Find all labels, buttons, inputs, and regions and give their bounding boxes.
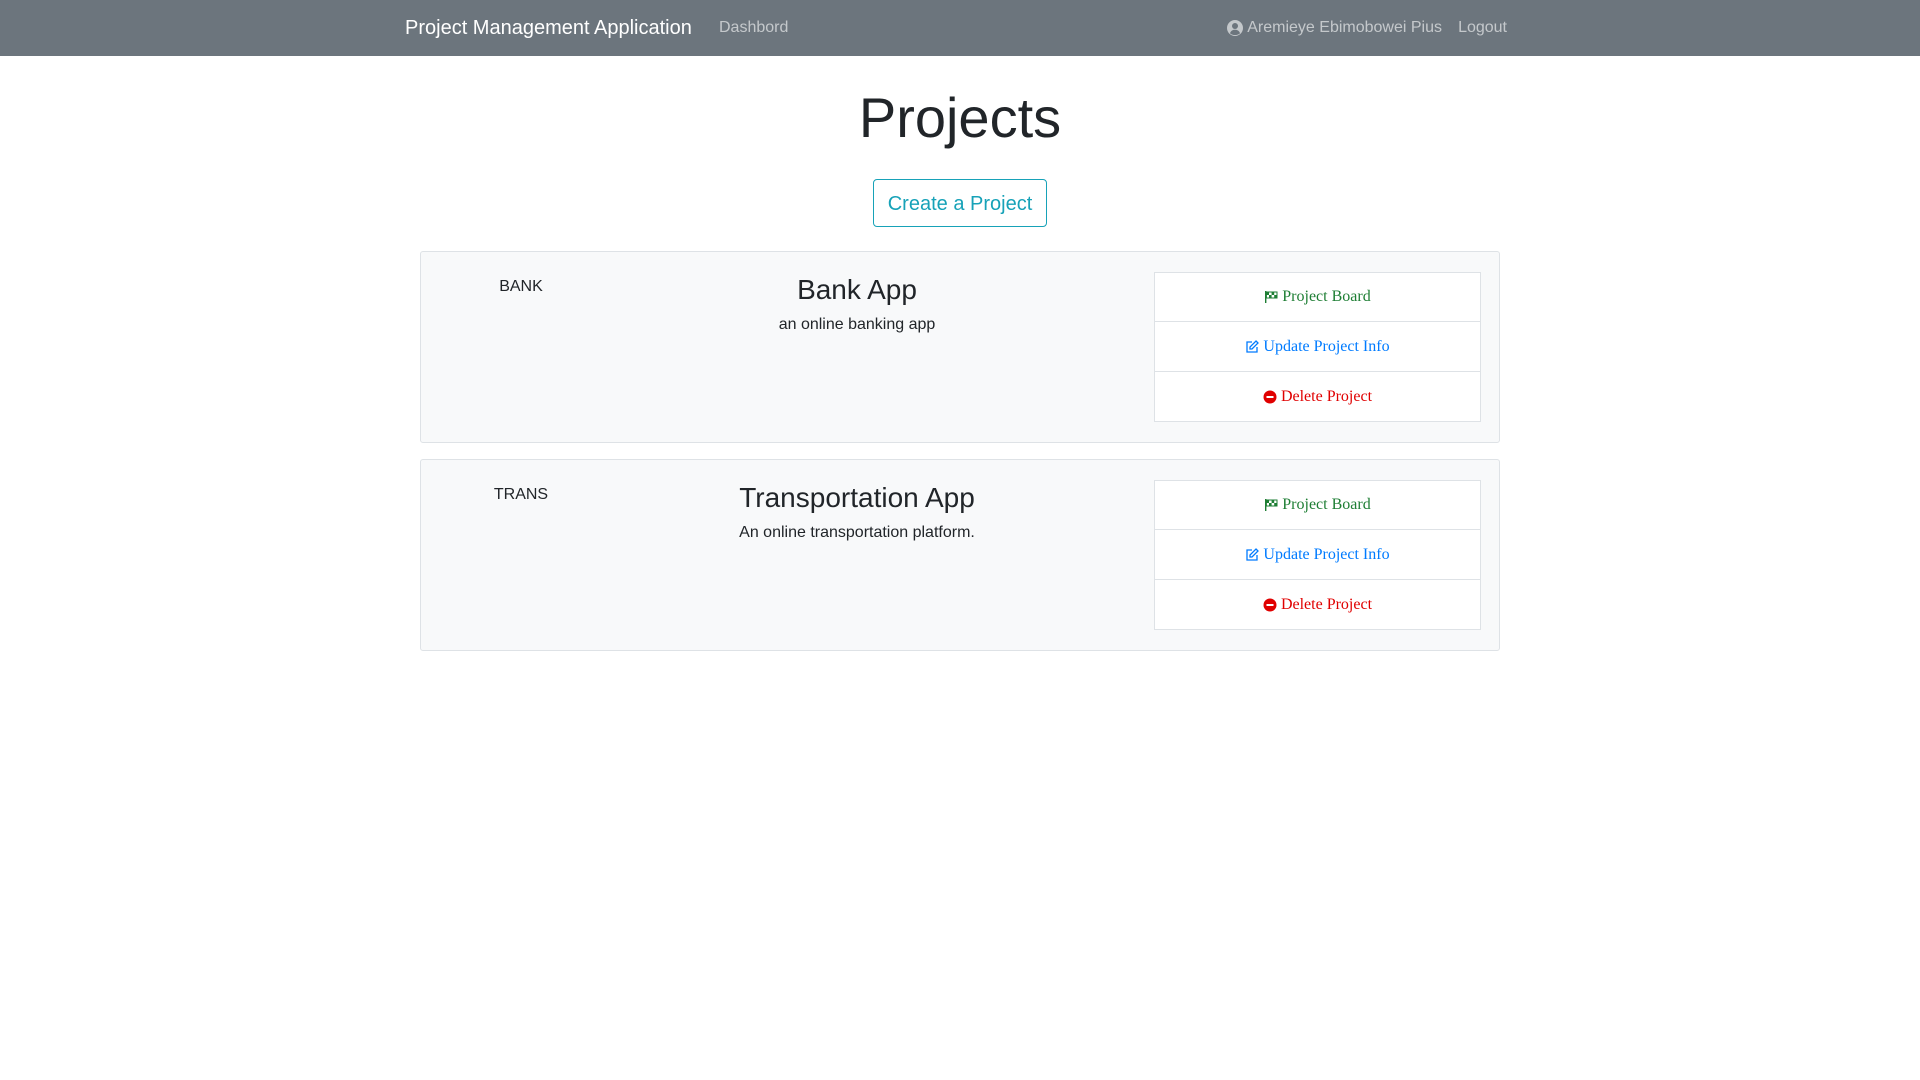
page-title: Projects: [858, 86, 1062, 149]
nav-logout-link[interactable]: Logout: [1458, 18, 1507, 38]
project-description: an online banking app: [778, 316, 936, 333]
brand-link[interactable]: Project Management Application: [405, 14, 692, 42]
project-actions: Project Board Update Project Info Delete…: [1154, 272, 1481, 422]
nav-user-link[interactable]: Aremieye Ebimobowei Pius: [1227, 18, 1442, 38]
project-board-label: Project Board: [1282, 288, 1371, 305]
delete-project-label: Delete Project: [1280, 387, 1373, 405]
user-circle-icon: [1227, 20, 1244, 36]
project-card: BANK Bank App an online banking app Proj…: [420, 251, 1500, 443]
update-project-button[interactable]: Update Project Info: [1154, 322, 1481, 372]
minus-circle-icon: [1263, 598, 1277, 611]
flag-checkered-icon: [1265, 291, 1278, 303]
delete-project-label: Delete Project: [1280, 595, 1373, 613]
edit-icon: [1246, 339, 1260, 353]
create-project-button[interactable]: Create a Project: [873, 179, 1047, 227]
flag-checkered-icon: [1265, 499, 1278, 511]
project-description: An online transportation platform.: [739, 524, 975, 541]
project-name: Transportation App: [739, 482, 975, 513]
update-project-label: Update Project Info: [1263, 545, 1390, 563]
project-board-label: Project Board: [1282, 496, 1371, 513]
update-project-label: Update Project Info: [1263, 337, 1390, 355]
project-identifier: TRANS: [493, 486, 549, 503]
edit-icon: [1246, 547, 1260, 561]
update-project-button[interactable]: Update Project Info: [1154, 530, 1481, 580]
delete-project-button[interactable]: Delete Project: [1154, 580, 1481, 630]
minus-circle-icon: [1263, 390, 1277, 403]
project-board-button[interactable]: Project Board: [1154, 480, 1481, 530]
nav-user-name: Aremieye Ebimobowei Pius: [1247, 19, 1442, 36]
project-name: Bank App: [797, 274, 917, 305]
delete-project-button[interactable]: Delete Project: [1154, 372, 1481, 422]
project-identifier: BANK: [499, 278, 543, 295]
navbar: Project Management Application Dashbord …: [0, 0, 1920, 56]
project-board-button[interactable]: Project Board: [1154, 272, 1481, 322]
project-card: TRANS Transportation App An online trans…: [420, 459, 1500, 651]
project-actions: Project Board Update Project Info Delete…: [1154, 480, 1481, 630]
nav-dashboard-link[interactable]: Dashbord: [719, 18, 788, 38]
